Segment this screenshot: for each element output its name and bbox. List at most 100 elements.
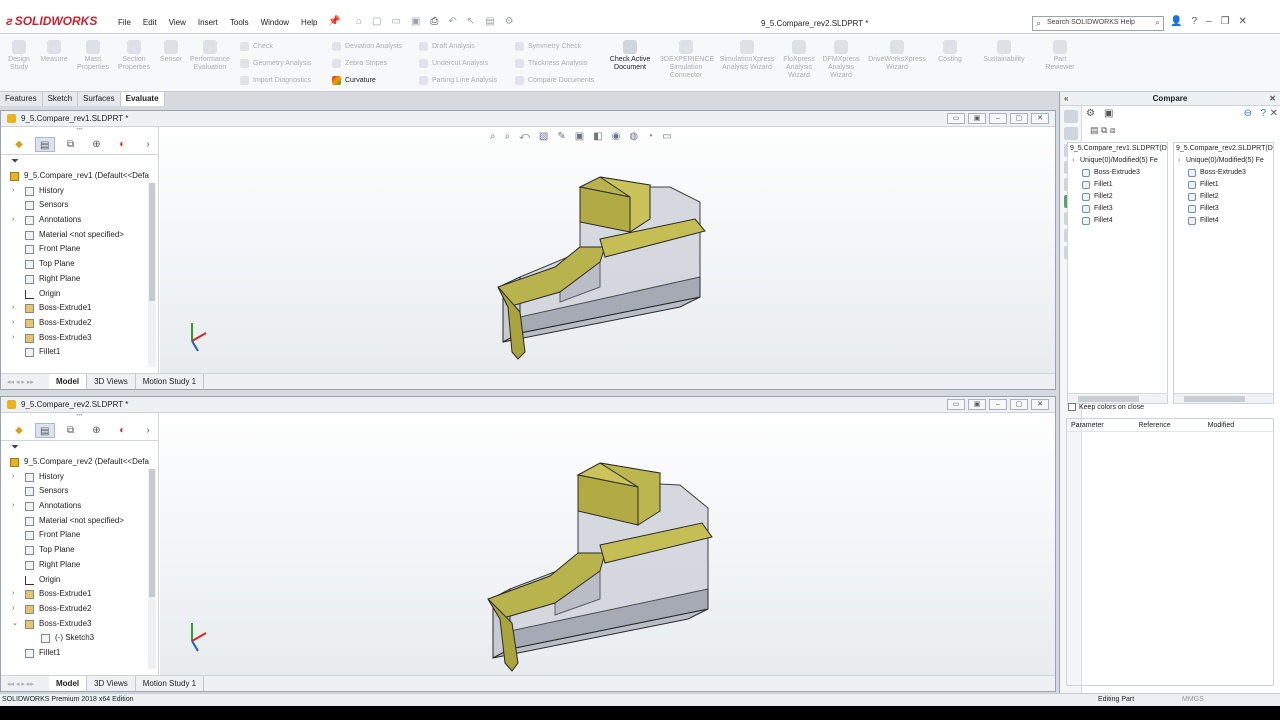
minimize-icon[interactable]: – bbox=[1206, 16, 1212, 27]
tile-icon[interactable]: ▭ bbox=[947, 399, 965, 410]
zebra-stripes-button[interactable]: Zebra Stripes bbox=[332, 58, 387, 69]
options-gear-icon[interactable]: ⚙ bbox=[505, 16, 514, 27]
configuration-manager-tab-icon[interactable]: ⧉ bbox=[61, 423, 81, 438]
back-icon[interactable]: ⊖ bbox=[1244, 108, 1252, 119]
home-icon[interactable]: ⌂ bbox=[356, 16, 362, 27]
tab-3d-views[interactable]: 3D Views bbox=[87, 374, 136, 389]
compare-item[interactable]: Fillet2 bbox=[1068, 191, 1167, 203]
mass-properties-button[interactable]: Mass Properties bbox=[74, 40, 112, 72]
keep-colors-checkbox[interactable]: Keep colors on close bbox=[1068, 403, 1144, 411]
geometry-analysis-button[interactable]: Geometry Analysis bbox=[240, 58, 311, 69]
tree-history[interactable]: › History bbox=[1, 470, 158, 485]
close-compare-icon[interactable]: ✕ bbox=[1270, 108, 1278, 119]
tree-top-plane[interactable]: Top Plane bbox=[1, 543, 158, 558]
tree-root[interactable]: 9_5.Compare_rev1 (Default<<Defa bbox=[1, 169, 158, 184]
thickness-analysis-button[interactable]: Thickness Analysis bbox=[515, 58, 587, 69]
tree-annotations[interactable]: › Annotations bbox=[1, 499, 158, 514]
tree-boss-extrude2[interactable]: › Boss-Extrude2 bbox=[1, 316, 158, 331]
compare-item[interactable]: Fillet2 bbox=[1174, 191, 1273, 203]
pin-icon[interactable]: 📌 bbox=[328, 16, 340, 27]
tree-boss-extrude3[interactable]: ⌄ Boss-Extrude3 bbox=[1, 617, 158, 632]
window-maximize-icon[interactable]: ▢ bbox=[1010, 399, 1028, 410]
tree-material[interactable]: Material <not specified> bbox=[1, 514, 158, 529]
symmetry-check-button[interactable]: Symmetry Check bbox=[515, 41, 581, 52]
tab-motion-study[interactable]: Motion Study 1 bbox=[136, 676, 205, 691]
rebuild-icon[interactable]: ▤ bbox=[485, 16, 494, 27]
panel-grip[interactable]: ••• bbox=[1, 413, 158, 421]
window-maximize-icon[interactable]: ▢ bbox=[1010, 113, 1028, 124]
tree-right-plane[interactable]: Right Plane bbox=[1, 272, 158, 287]
home-tab-icon[interactable] bbox=[1063, 110, 1078, 123]
tree-boss-extrude1[interactable]: › Boss-Extrude1 bbox=[1, 587, 158, 602]
tree-boss-extrude3[interactable]: › Boss-Extrude3 bbox=[1, 331, 158, 346]
new-file-icon[interactable]: ▢ bbox=[372, 16, 381, 27]
expand-tabs-icon[interactable]: › bbox=[138, 423, 158, 438]
undercut-analysis-button[interactable]: Undercut Analysis bbox=[419, 58, 488, 69]
column-modified[interactable]: Modified bbox=[1204, 419, 1273, 431]
horizontal-scrollbar[interactable] bbox=[1068, 393, 1167, 403]
collapse-panel-icon[interactable]: « bbox=[1064, 92, 1068, 106]
floxpress-button[interactable]: FloXpress Analysis Wizard bbox=[780, 40, 818, 80]
filter-icon[interactable]: ⏷ bbox=[1, 441, 158, 455]
menu-help[interactable]: Help bbox=[301, 18, 317, 27]
tree-front-plane[interactable]: Front Plane bbox=[1, 528, 158, 543]
sensor-button[interactable]: Sensor bbox=[156, 40, 186, 64]
pin-panel-icon[interactable]: ✕ bbox=[1269, 92, 1276, 106]
section-properties-button[interactable]: Section Properties bbox=[114, 40, 154, 72]
window-minimize-icon[interactable]: – bbox=[989, 399, 1007, 410]
tile-icon[interactable]: ▭ bbox=[947, 113, 965, 124]
compare-item[interactable]: Fillet3 bbox=[1068, 203, 1167, 215]
resources-tab-icon[interactable] bbox=[1063, 127, 1078, 140]
curvature-button[interactable]: Curvature bbox=[332, 75, 376, 86]
column-parameter[interactable]: Parameter bbox=[1067, 419, 1134, 431]
tree-scrollbar[interactable] bbox=[148, 183, 156, 367]
draft-analysis-button[interactable]: Draft Analysis bbox=[419, 41, 475, 52]
tree-right-plane[interactable]: Right Plane bbox=[1, 558, 158, 573]
menu-file[interactable]: File bbox=[118, 18, 131, 27]
compare-group[interactable]: › Unique(0)/Modified(5) Fe bbox=[1068, 155, 1167, 167]
feature-manager-tab-icon[interactable]: ◆ bbox=[9, 423, 29, 438]
tree-front-plane[interactable]: Front Plane bbox=[1, 242, 158, 257]
horizontal-scrollbar[interactable] bbox=[1174, 393, 1273, 403]
tab-3d-views[interactable]: 3D Views bbox=[87, 676, 136, 691]
tree-boss-extrude2[interactable]: › Boss-Extrude2 bbox=[1, 602, 158, 617]
compare-item[interactable]: Fillet4 bbox=[1174, 215, 1273, 227]
design-study-button[interactable]: Design Study bbox=[4, 40, 34, 72]
menu-view[interactable]: View bbox=[169, 18, 186, 27]
tab-motion-study[interactable]: Motion Study 1 bbox=[136, 374, 205, 389]
tab-scroll-icons[interactable]: ◂◂ ◂ ▸ ▸▸ bbox=[1, 378, 49, 386]
tab-model[interactable]: Model bbox=[49, 676, 88, 691]
measure-button[interactable]: Measure bbox=[38, 40, 70, 64]
tree-history[interactable]: › History bbox=[1, 184, 158, 199]
menu-window[interactable]: Window bbox=[261, 18, 289, 27]
window-close-icon[interactable]: ✕ bbox=[1031, 399, 1049, 410]
compare-item[interactable]: Boss-Extrude3 bbox=[1068, 167, 1167, 179]
3dexperience-connector-button[interactable]: 3DEXPERIENCE Simulation Connector bbox=[660, 40, 714, 80]
undo-icon[interactable]: ↶ bbox=[448, 16, 456, 27]
tab-features[interactable]: Features bbox=[0, 92, 43, 106]
import-diagnostics-button[interactable]: Import Diagnostics bbox=[240, 75, 311, 86]
tree-top-plane[interactable]: Top Plane bbox=[1, 257, 158, 272]
compare-item[interactable]: Fillet1 bbox=[1068, 179, 1167, 191]
save-report-icon[interactable]: ▣ bbox=[1104, 108, 1113, 119]
column-reference[interactable]: Reference bbox=[1134, 419, 1203, 431]
sustainability-button[interactable]: Sustainability bbox=[976, 40, 1032, 64]
compare-group[interactable]: › Unique(0)/Modified(5) Fe bbox=[1174, 155, 1273, 167]
compare-view-icons[interactable]: ▤ ⧉ ⧈ bbox=[1090, 125, 1116, 136]
part-model[interactable] bbox=[160, 127, 1055, 373]
tab-model[interactable]: Model bbox=[49, 374, 88, 389]
tree-root[interactable]: 9_5.Compare_rev2 (Default<<Defa bbox=[1, 455, 158, 470]
tree-material[interactable]: Material <not specified> bbox=[1, 228, 158, 243]
tree-scrollbar[interactable] bbox=[148, 469, 156, 669]
dimxpert-tab-icon[interactable]: ⊕ bbox=[87, 423, 107, 438]
expand-tabs-icon[interactable]: › bbox=[138, 137, 158, 152]
menu-tools[interactable]: Tools bbox=[230, 18, 249, 27]
window-close-icon[interactable]: ✕ bbox=[1031, 113, 1049, 124]
save-icon[interactable]: ▣ bbox=[411, 16, 420, 27]
performance-evaluation-button[interactable]: Performance Evaluation bbox=[188, 40, 232, 72]
help-circle-icon[interactable]: ? bbox=[1260, 108, 1266, 119]
solidworks-logo[interactable]: ƨ SOLIDWORKS bbox=[6, 14, 97, 28]
help-icon[interactable]: ? bbox=[1191, 16, 1197, 27]
compare-item[interactable]: Fillet4 bbox=[1068, 215, 1167, 227]
filter-icon[interactable]: ⏷ bbox=[1, 155, 158, 169]
